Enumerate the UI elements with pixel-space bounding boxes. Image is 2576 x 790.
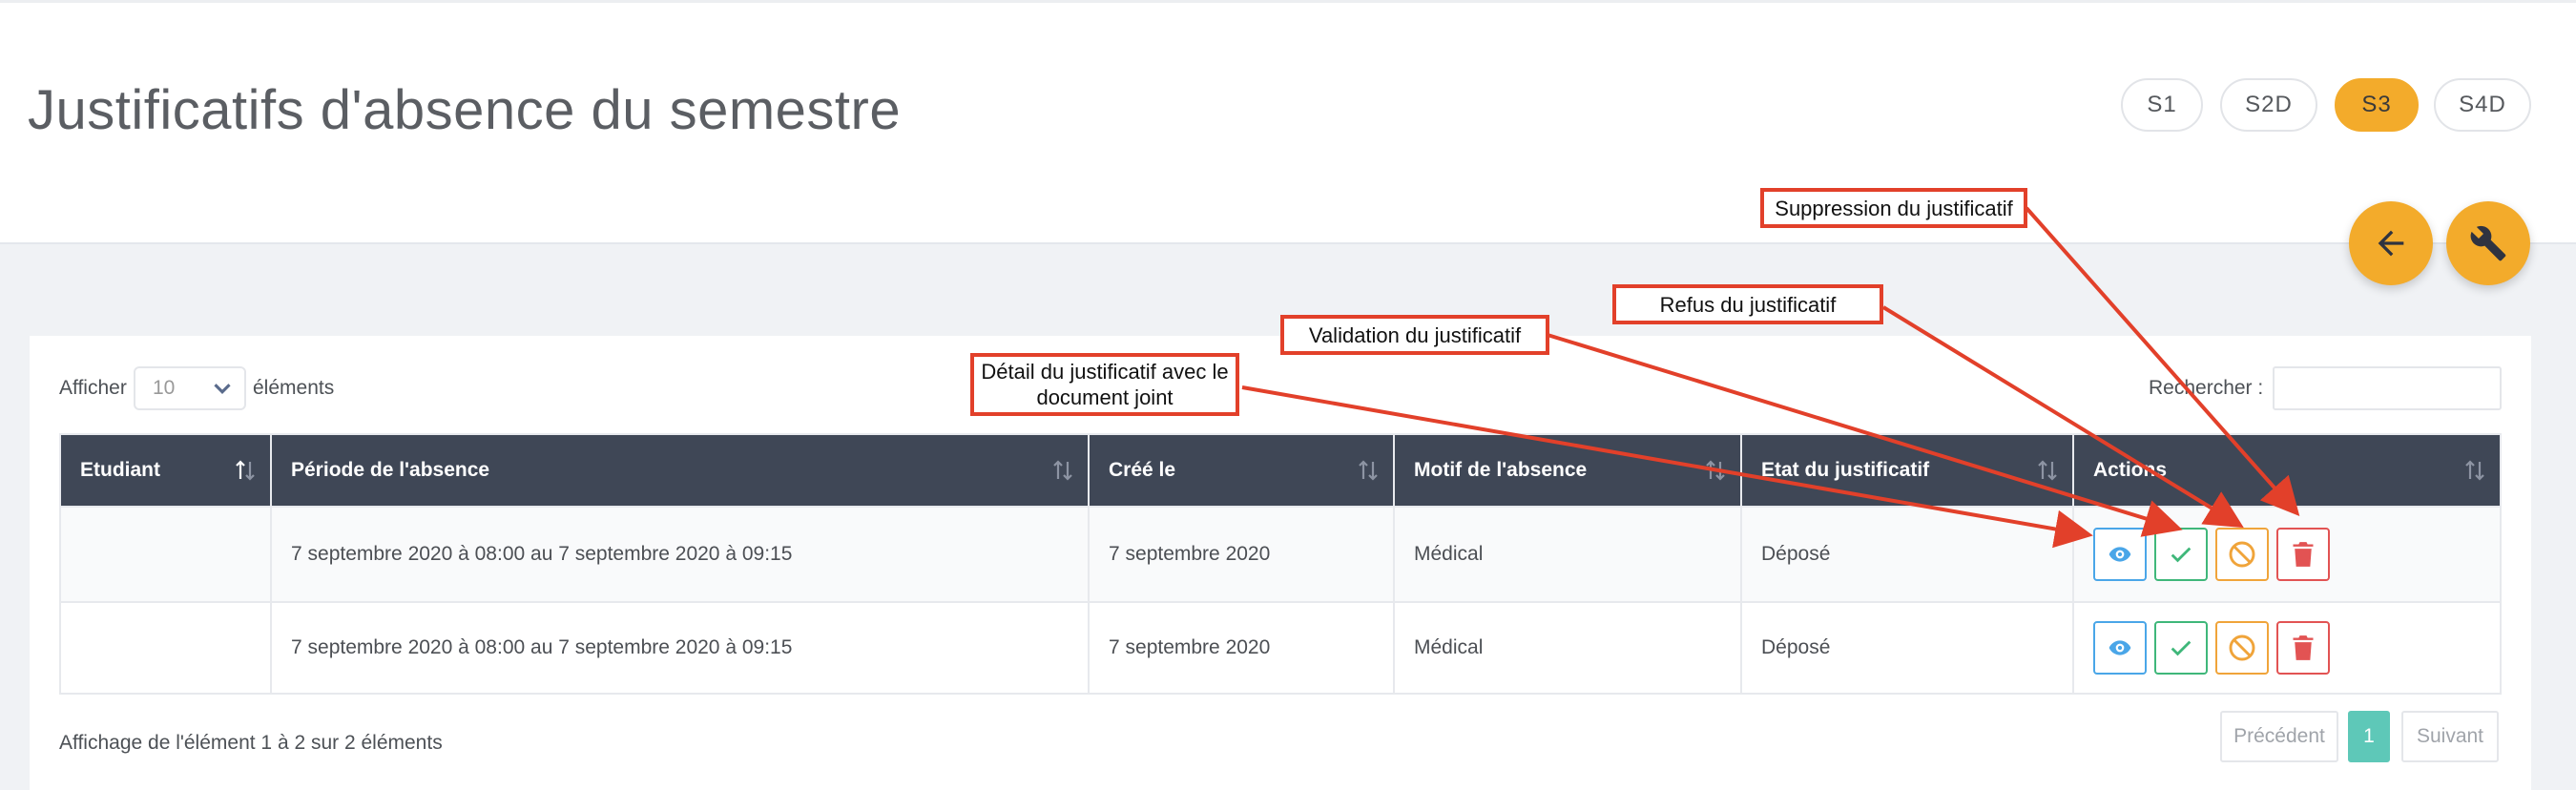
annotation-detail: Détail du justificatif avec le document … xyxy=(970,353,1239,416)
arrow-validation xyxy=(1547,333,2183,537)
annotation-validation: Validation du justificatif xyxy=(1280,315,1549,355)
annotation-suppression: Suppression du justificatif xyxy=(1760,188,2027,228)
annotation-arrows xyxy=(1241,206,2300,549)
annotation-refus: Refus du justificatif xyxy=(1612,284,1883,324)
arrow-suppression xyxy=(2025,206,2300,516)
